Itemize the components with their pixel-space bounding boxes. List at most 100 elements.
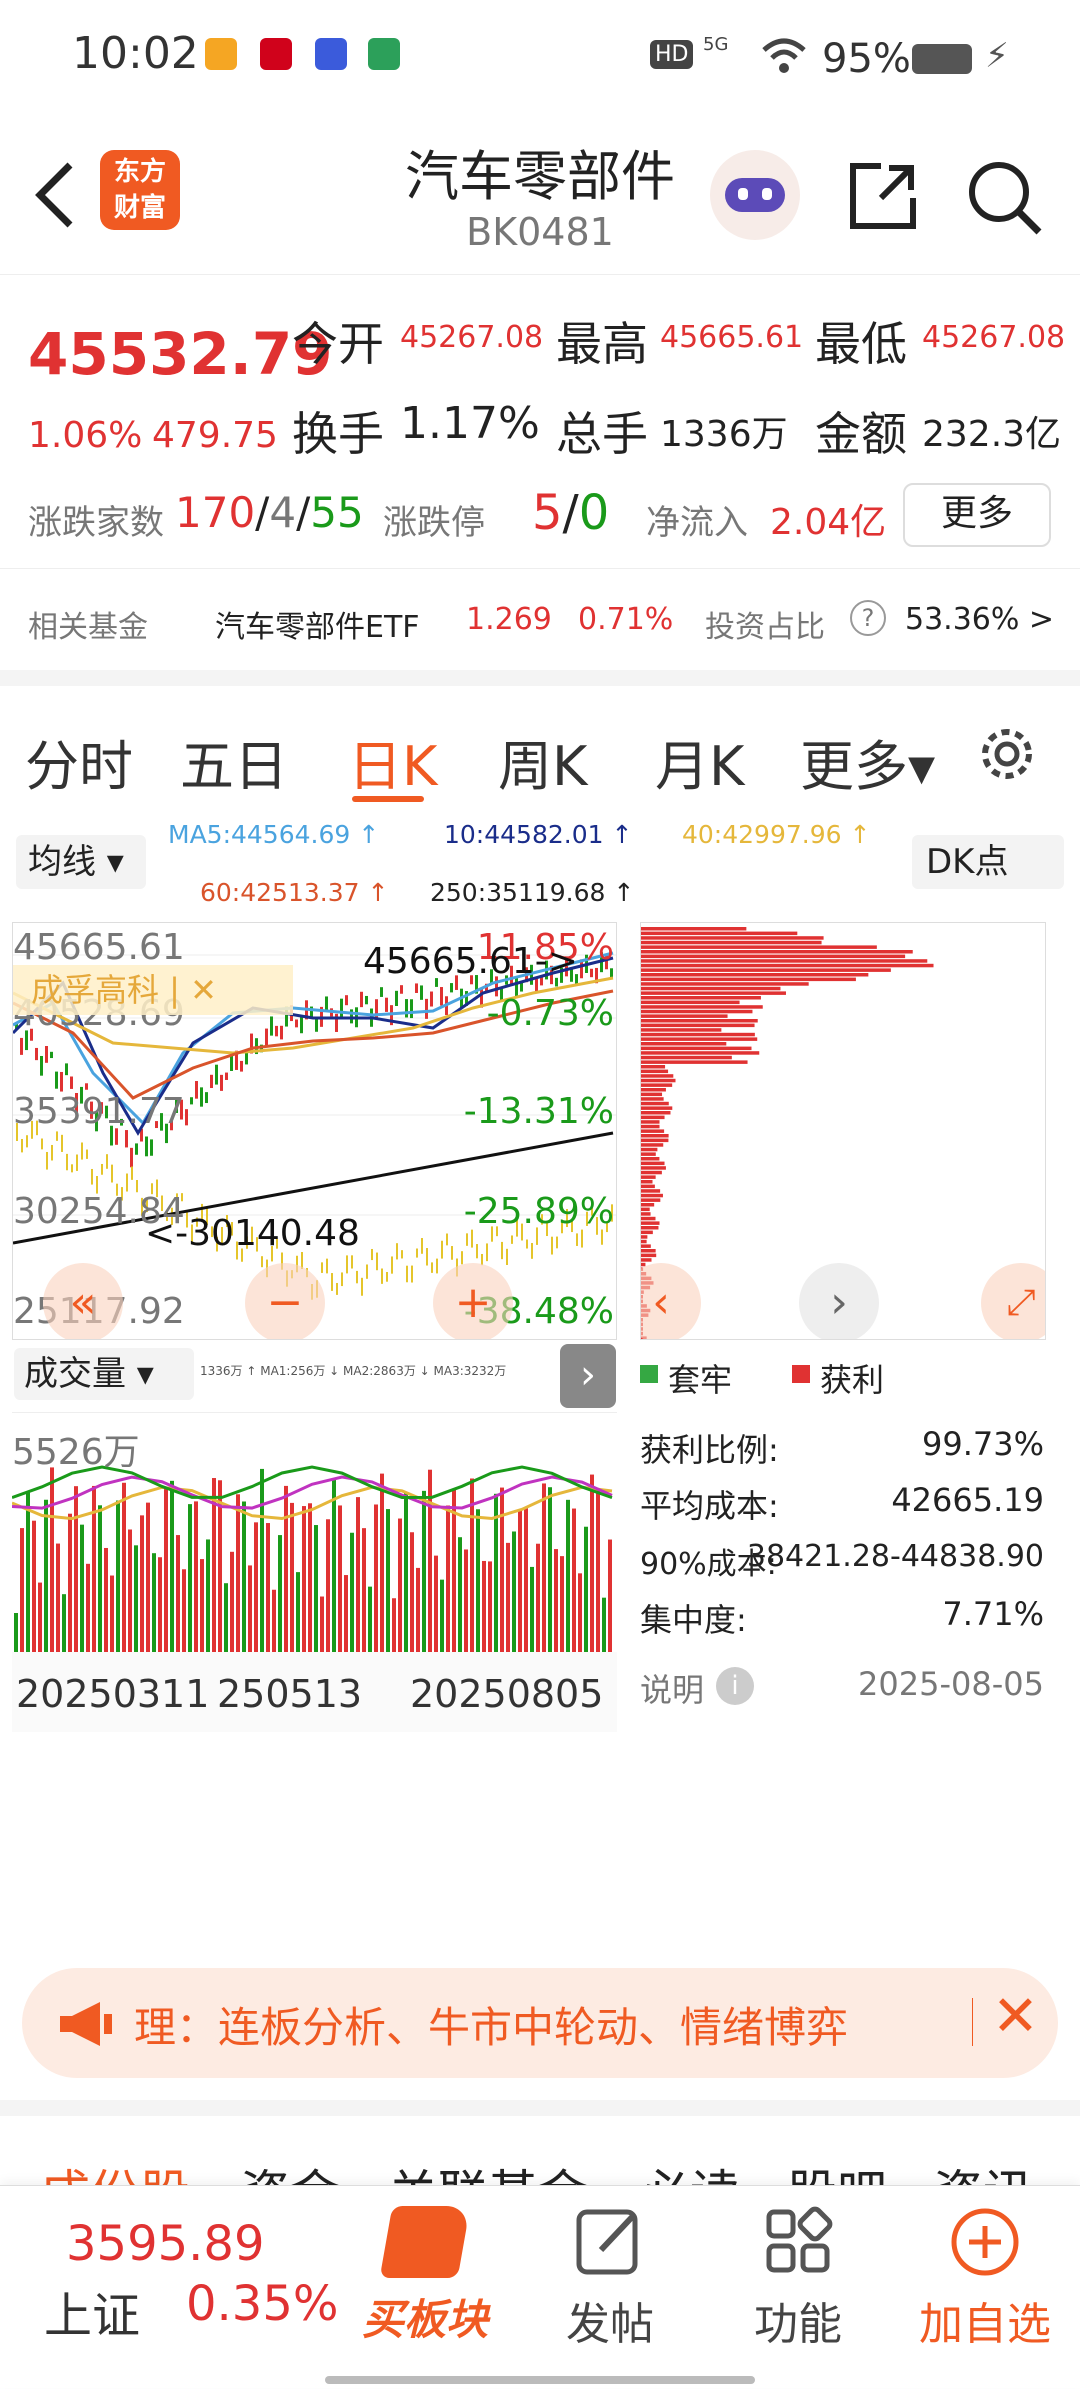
volume-bar bbox=[176, 1535, 180, 1652]
ma-selector[interactable]: 均线 ▾ bbox=[16, 835, 146, 889]
settings-gear-icon[interactable] bbox=[975, 722, 1039, 786]
candle bbox=[35, 1047, 38, 1061]
tab-daily-k[interactable]: 日K bbox=[348, 722, 437, 801]
overlay-candle bbox=[451, 1246, 453, 1260]
volume-bar bbox=[68, 1513, 72, 1652]
robot-assistant-icon[interactable] bbox=[710, 150, 800, 240]
index-name: 上证 bbox=[44, 2288, 141, 2344]
candle bbox=[400, 985, 403, 994]
tab-intraday[interactable]: 分时 bbox=[25, 722, 133, 801]
volume-chart[interactable]: 5526万 bbox=[12, 1412, 617, 1652]
volume-bar bbox=[116, 1500, 120, 1652]
close-icon[interactable]: ✕ bbox=[992, 1984, 1039, 2049]
dk-point-button[interactable]: DK点 bbox=[912, 835, 1064, 889]
overlay-candle bbox=[131, 1166, 133, 1180]
expand-arrow-icon[interactable]: › bbox=[560, 1344, 616, 1408]
chip-bar bbox=[641, 1244, 651, 1248]
price-chart[interactable]: 45665.61 40528.69 35391.77 30254.84 2511… bbox=[12, 922, 617, 1340]
post-button[interactable]: 发帖 bbox=[548, 2206, 672, 2366]
chip-bar bbox=[641, 1143, 664, 1147]
battery-text: 95% bbox=[822, 36, 911, 82]
chip-bar bbox=[641, 963, 934, 968]
more-button[interactable]: 更多 bbox=[903, 483, 1051, 547]
chip-bar bbox=[641, 1239, 647, 1244]
turnover-value: 1.17% bbox=[400, 398, 540, 449]
overlay-candle bbox=[411, 1265, 413, 1283]
function-button[interactable]: 功能 bbox=[736, 2206, 860, 2366]
chip-bar bbox=[641, 1000, 740, 1005]
zoom-in-button[interactable]: + bbox=[433, 1263, 513, 1339]
chip-bar bbox=[641, 1120, 660, 1124]
candle bbox=[45, 1046, 48, 1063]
chip-bar bbox=[641, 1221, 660, 1225]
edit-icon bbox=[576, 2209, 638, 2275]
buy-sector-button[interactable]: 买板块 bbox=[350, 2206, 500, 2366]
overlay-candle bbox=[381, 1268, 383, 1284]
zoom-out-button[interactable]: − bbox=[245, 1263, 325, 1339]
next-button[interactable]: › bbox=[799, 1263, 879, 1339]
index-widget[interactable]: 3595.89 上证 0.35% bbox=[0, 2186, 340, 2389]
candle bbox=[420, 985, 423, 1000]
volume-bar bbox=[80, 1524, 84, 1652]
volume-bar bbox=[302, 1506, 306, 1652]
info-icon[interactable]: i bbox=[716, 1667, 754, 1705]
fund-ratio[interactable]: 53.36% > bbox=[905, 602, 1054, 637]
open-value: 45267.08 bbox=[400, 320, 544, 355]
overlay-candle bbox=[501, 1241, 503, 1260]
overlay-candle bbox=[386, 1271, 388, 1282]
tab-monthly-k[interactable]: 月K bbox=[655, 722, 744, 801]
chip-bar bbox=[641, 1069, 669, 1074]
rewind-button[interactable]: « bbox=[43, 1263, 123, 1339]
inflow-value: 2.04亿 bbox=[770, 502, 887, 543]
overlay-candle bbox=[111, 1164, 113, 1183]
high-value: 45665.61 bbox=[660, 320, 804, 355]
overlay-candle bbox=[466, 1233, 468, 1246]
candle bbox=[360, 991, 363, 1008]
add-circle-icon bbox=[951, 2208, 1019, 2276]
add-watchlist-button[interactable]: 加自选 bbox=[900, 2206, 1070, 2366]
candle bbox=[315, 1017, 318, 1032]
date-label-1: 20250311 bbox=[16, 1672, 210, 1716]
news-ticker[interactable]: 理：连板分析、牛市中轮动、情绪博弈 ✕ bbox=[22, 1968, 1058, 2078]
volume-bar bbox=[140, 1515, 144, 1652]
y-axis-label-1: 45665.61 bbox=[13, 927, 185, 968]
overlay-stock-tag[interactable]: 成孚高科 | ✕ bbox=[13, 965, 293, 1015]
volume-bar bbox=[230, 1551, 234, 1652]
volume-bar bbox=[602, 1597, 606, 1652]
volume-bar bbox=[290, 1502, 294, 1652]
volume-bar bbox=[386, 1509, 390, 1652]
help-icon[interactable]: ? bbox=[850, 600, 886, 636]
volume-bar bbox=[590, 1474, 594, 1652]
candle bbox=[345, 995, 348, 1006]
volume-bar bbox=[446, 1505, 450, 1652]
tab-5day[interactable]: 五日 bbox=[180, 722, 288, 801]
chip-bar bbox=[641, 1037, 758, 1041]
volume-selector[interactable]: 成交量 ▾ bbox=[14, 1348, 194, 1400]
candle bbox=[65, 1063, 68, 1076]
chip-bar bbox=[641, 1157, 660, 1161]
volume-bar bbox=[320, 1596, 324, 1652]
volume-bar bbox=[110, 1575, 114, 1652]
volume-bar bbox=[146, 1502, 150, 1652]
share-icon[interactable] bbox=[845, 158, 921, 234]
note-label[interactable]: 说明 bbox=[640, 1665, 704, 1711]
fund-name[interactable]: 汽车零部件ETF bbox=[215, 602, 420, 646]
candle bbox=[415, 983, 418, 993]
chip-distribution-panel[interactable]: ‹ › ⤢ bbox=[640, 922, 1046, 1340]
index-value: 3595.89 bbox=[66, 2216, 265, 2272]
overlay-candle bbox=[56, 1131, 58, 1141]
tab-more[interactable]: 更多▾ bbox=[800, 722, 935, 801]
low-value: 45267.08 bbox=[922, 320, 1066, 355]
overlay-candle bbox=[431, 1262, 433, 1273]
volume-bar bbox=[200, 1559, 204, 1652]
overlay-candle bbox=[366, 1264, 368, 1279]
high-label: 最高 bbox=[556, 317, 648, 371]
note-date: 2025-08-05 bbox=[858, 1665, 1044, 1703]
chip-bar bbox=[641, 1028, 722, 1032]
search-icon[interactable] bbox=[965, 158, 1045, 238]
volume-legend: 1336万 ↑ MA1:256万 ↓ MA2:2863万 ↓ MA3:3232万… bbox=[200, 1364, 510, 1378]
ma40-legend: 40:42997.96 ↑ bbox=[682, 820, 871, 849]
tab-weekly-k[interactable]: 周K bbox=[498, 722, 587, 801]
avg-cost-value: 42665.19 bbox=[891, 1481, 1044, 1519]
avg-cost-label: 平均成本: bbox=[640, 1487, 779, 1525]
